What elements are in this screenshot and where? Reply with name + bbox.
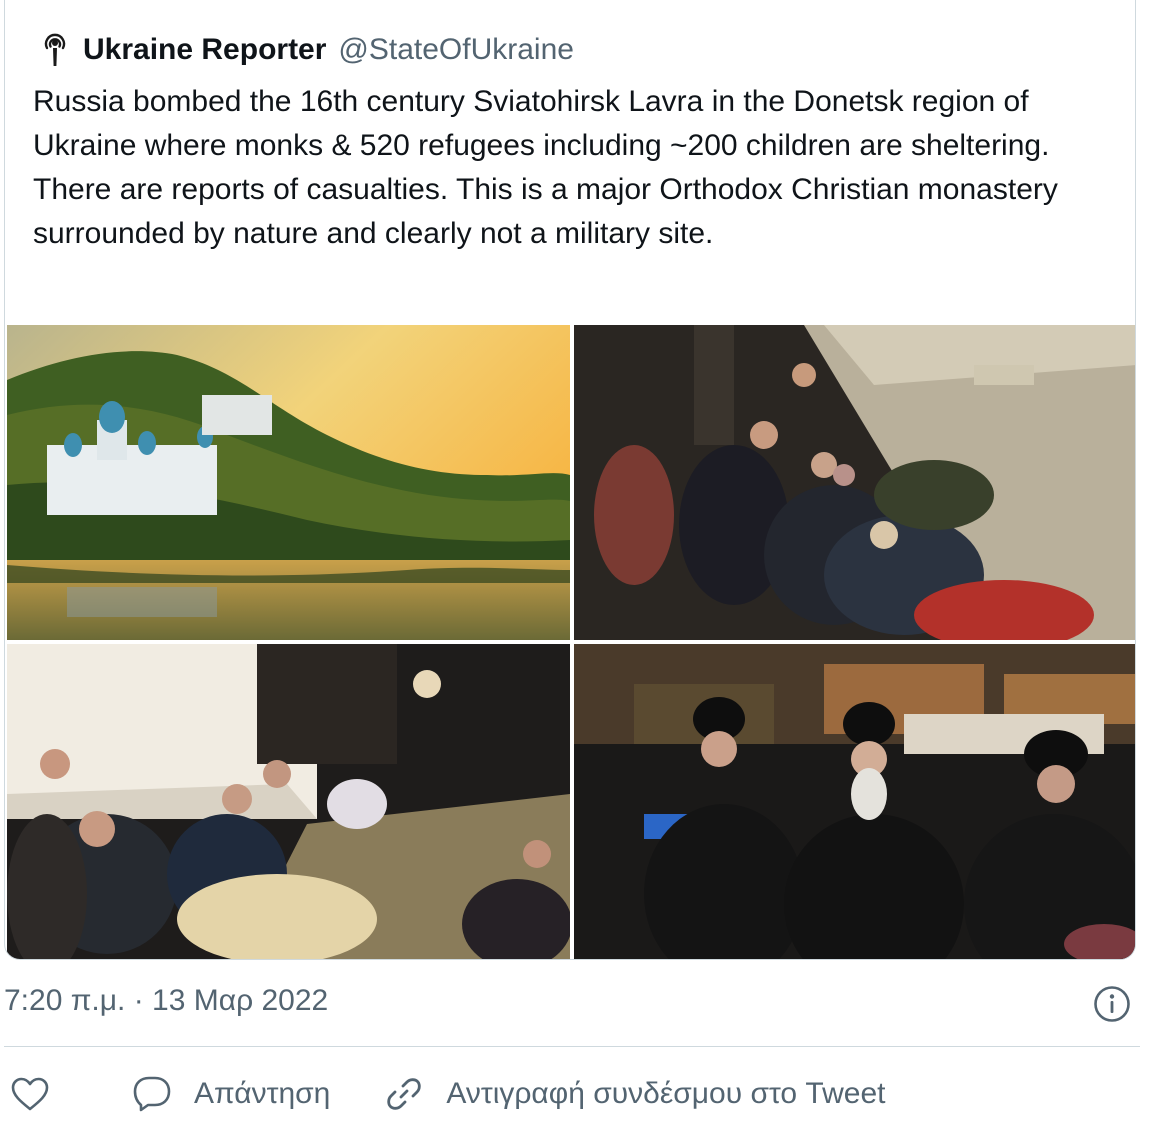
copy-link-button[interactable]: Αντιγραφή συνδέσμου στο Tweet <box>384 1074 885 1114</box>
like-button[interactable] <box>10 1076 50 1112</box>
tweet-timestamp[interactable]: 7:20 π.μ. · 13 Μαρ 2022 <box>4 984 328 1018</box>
heart-icon[interactable] <box>10 1076 50 1112</box>
tweet-author[interactable]: Ukraine Reporter @StateOfUkraine <box>39 30 574 70</box>
media-image-monks[interactable] <box>574 644 1135 959</box>
media-image-monastery[interactable] <box>7 325 570 640</box>
podcast-icon[interactable] <box>39 32 71 68</box>
media-image-shelter-1[interactable] <box>574 325 1135 640</box>
copy-link-label[interactable]: Αντιγραφή συνδέσμου στο Tweet <box>446 1077 885 1111</box>
tweet-text: Russia bombed the 16th century Sviatohir… <box>33 85 1058 250</box>
author-name[interactable]: Ukraine Reporter <box>83 33 326 67</box>
tweet-actions: Απάντηση Αντιγραφή συνδέσμου στο Tweet <box>10 1070 885 1118</box>
media-image-shelter-2[interactable] <box>7 644 570 959</box>
reply-label[interactable]: Απάντηση <box>194 1077 330 1111</box>
info-icon[interactable] <box>1092 984 1132 1024</box>
author-handle[interactable]: @StateOfUkraine <box>338 33 574 67</box>
divider <box>4 1046 1140 1047</box>
speech-bubble-icon[interactable] <box>132 1074 172 1114</box>
media-grid <box>7 325 1135 959</box>
link-icon[interactable] <box>384 1074 424 1114</box>
tweet-card[interactable]: Ukraine Reporter @StateOfUkraine Russia … <box>4 0 1136 960</box>
reply-button[interactable]: Απάντηση <box>132 1074 330 1114</box>
